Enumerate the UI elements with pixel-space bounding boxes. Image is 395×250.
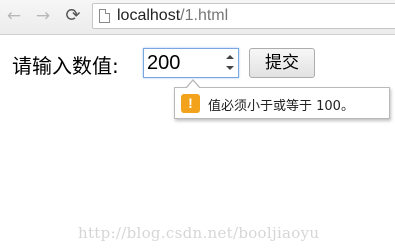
- warning-icon: !: [181, 94, 200, 113]
- url-path: /1.html: [180, 7, 229, 24]
- number-input-value: 200: [147, 52, 181, 74]
- address-bar[interactable]: localhost/1.html: [92, 3, 395, 29]
- number-spinner[interactable]: [222, 50, 237, 76]
- forward-arrow-icon[interactable]: →: [33, 6, 53, 26]
- validation-tooltip: ! 值必须小于或等于 100。: [174, 79, 390, 119]
- back-arrow-icon[interactable]: ←: [4, 6, 24, 26]
- value-label: 请输入数值:: [12, 54, 119, 78]
- watermark: http://blog.csdn.net/booljiaoyu: [78, 224, 320, 242]
- spin-down-icon[interactable]: [222, 63, 237, 76]
- validation-message: 值必须小于或等于 100。: [208, 99, 354, 114]
- page-icon: [99, 9, 110, 23]
- url-text: localhost/1.html: [117, 7, 228, 25]
- reload-icon[interactable]: ⟳: [63, 6, 83, 26]
- spin-up-icon[interactable]: [222, 50, 237, 63]
- url-host: localhost: [117, 7, 181, 24]
- submit-button[interactable]: 提交: [249, 48, 315, 78]
- browser-toolbar: ← → ⟳ localhost/1.html: [0, 0, 395, 35]
- number-input[interactable]: 200: [143, 48, 239, 78]
